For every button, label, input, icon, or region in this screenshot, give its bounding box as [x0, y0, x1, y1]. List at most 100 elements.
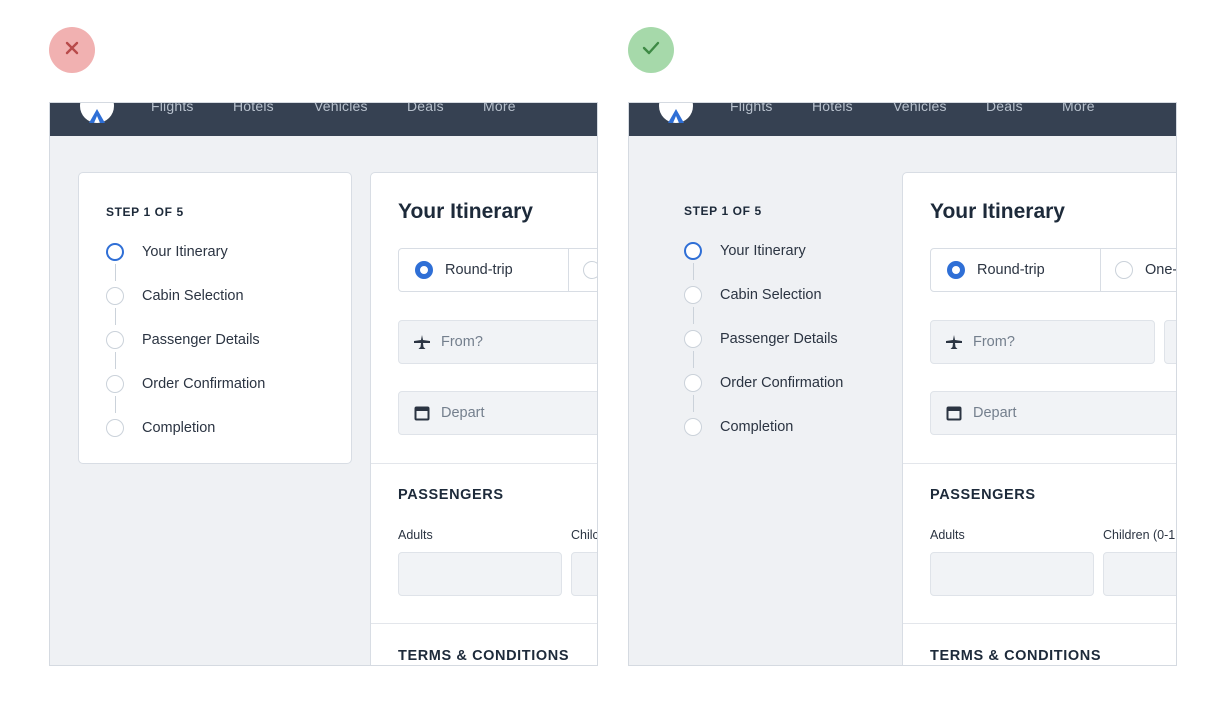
calendar-icon — [413, 404, 431, 422]
nav-flights[interactable]: Flights — [730, 103, 773, 114]
terms-heading: TERMS & CONDITIONS — [398, 648, 570, 664]
section-divider — [903, 463, 1176, 464]
depart-placeholder: Depart — [973, 405, 1017, 421]
calendar-icon — [945, 404, 963, 422]
one-way-radio[interactable]: One- — [1115, 249, 1177, 291]
step-pending-icon — [684, 418, 702, 436]
children-input[interactable] — [1103, 552, 1176, 596]
passengers-heading: PASSENGERS — [930, 487, 1036, 503]
round-trip-radio[interactable]: Round-trip — [947, 249, 1045, 291]
step-pending-icon — [684, 330, 702, 348]
radio-unselected-icon — [583, 261, 597, 279]
from-field[interactable]: From? — [398, 320, 597, 364]
airplane-icon — [945, 333, 963, 351]
logo-icon[interactable] — [659, 103, 693, 123]
step-label: Cabin Selection — [142, 288, 244, 304]
nav-vehicles[interactable]: Vehicles — [893, 103, 947, 114]
from-field[interactable]: From? — [930, 320, 1155, 364]
radio-divider — [1100, 249, 1101, 291]
trip-type-group: Round-trip — [398, 248, 597, 292]
radio-divider — [568, 249, 569, 291]
step-pending-icon — [106, 331, 124, 349]
step-progress-card: STEP 1 OF 5 Your Itinerary Cabin Selecti… — [78, 172, 352, 464]
step-label: Passenger Details — [142, 332, 260, 348]
step-connector — [115, 352, 116, 369]
step-connector — [693, 351, 694, 368]
radio-selected-icon — [415, 261, 433, 279]
nav-deals[interactable]: Deals — [407, 103, 444, 114]
step-connector — [693, 263, 694, 280]
one-way-label: One- — [1145, 262, 1177, 278]
step-progress-list: STEP 1 OF 5 Your Itinerary Cabin Selecti… — [657, 172, 931, 464]
from-placeholder: From? — [441, 334, 483, 350]
step-pending-icon — [106, 419, 124, 437]
step-label: Cabin Selection — [720, 287, 822, 303]
step-pending-icon — [684, 286, 702, 304]
correct-example-panel: Flights Hotels Vehicles Deals More STEP … — [628, 102, 1177, 666]
nav-more[interactable]: More — [1062, 103, 1095, 114]
incorrect-example-panel: Flights Hotels Vehicles Deals More STEP … — [49, 102, 598, 666]
children-label: Children (0-1 — [1103, 528, 1176, 542]
step-label: Order Confirmation — [142, 376, 266, 392]
round-trip-radio[interactable]: Round-trip — [415, 249, 513, 291]
itinerary-card: Your Itinerary Round-trip One- From? Dep… — [902, 172, 1177, 665]
step-connector — [115, 264, 116, 281]
step-label: Order Confirmation — [720, 375, 844, 391]
step-counter: STEP 1 OF 5 — [684, 204, 762, 218]
nav-flights[interactable]: Flights — [151, 103, 194, 114]
nav-vehicles[interactable]: Vehicles — [314, 103, 368, 114]
step-active-icon — [106, 243, 124, 261]
step-pending-icon — [684, 374, 702, 392]
itinerary-title: Your Itinerary — [930, 200, 1065, 223]
depart-field[interactable]: Depart — [930, 391, 1176, 435]
itinerary-card: Your Itinerary Round-trip From? Depart P… — [370, 172, 598, 665]
step-pending-icon — [106, 375, 124, 393]
depart-field[interactable]: Depart — [398, 391, 597, 435]
children-label: Chilc — [571, 528, 598, 542]
navbar: Flights Hotels Vehicles Deals More — [50, 103, 597, 136]
section-divider — [903, 623, 1176, 624]
terms-heading: TERMS & CONDITIONS — [930, 648, 1102, 664]
logo-icon[interactable] — [80, 103, 114, 123]
adults-input[interactable] — [398, 552, 562, 596]
step-connector — [693, 395, 694, 412]
radio-unselected-icon — [1115, 261, 1133, 279]
step-label: Your Itinerary — [720, 243, 806, 259]
from-placeholder: From? — [973, 334, 1015, 350]
correct-badge — [628, 27, 674, 73]
step-connector — [693, 307, 694, 324]
nav-hotels[interactable]: Hotels — [812, 103, 853, 114]
round-trip-label: Round-trip — [977, 262, 1045, 278]
close-icon — [64, 40, 80, 61]
section-divider — [371, 623, 597, 624]
itinerary-title: Your Itinerary — [398, 200, 533, 223]
adults-label: Adults — [398, 528, 433, 542]
navbar: Flights Hotels Vehicles Deals More — [629, 103, 1176, 136]
radio-selected-icon — [947, 261, 965, 279]
airplane-icon — [413, 333, 431, 351]
step-pending-icon — [106, 287, 124, 305]
adults-input[interactable] — [930, 552, 1094, 596]
incorrect-badge — [49, 27, 95, 73]
step-label: Completion — [142, 420, 216, 436]
step-label: Passenger Details — [720, 331, 838, 347]
step-counter: STEP 1 OF 5 — [106, 205, 184, 219]
adults-label: Adults — [930, 528, 965, 542]
nav-hotels[interactable]: Hotels — [233, 103, 274, 114]
children-input[interactable] — [571, 552, 597, 596]
trip-type-group: Round-trip One- — [930, 248, 1177, 292]
step-active-icon — [684, 242, 702, 260]
depart-placeholder: Depart — [441, 405, 485, 421]
step-connector — [115, 396, 116, 413]
section-divider — [371, 463, 597, 464]
step-label: Completion — [720, 419, 794, 435]
nav-more[interactable]: More — [483, 103, 516, 114]
one-way-radio[interactable] — [583, 249, 597, 291]
step-connector — [115, 308, 116, 325]
step-label: Your Itinerary — [142, 244, 228, 260]
nav-deals[interactable]: Deals — [986, 103, 1023, 114]
check-icon — [641, 40, 661, 61]
passengers-heading: PASSENGERS — [398, 487, 504, 503]
round-trip-label: Round-trip — [445, 262, 513, 278]
to-field[interactable] — [1164, 320, 1176, 364]
